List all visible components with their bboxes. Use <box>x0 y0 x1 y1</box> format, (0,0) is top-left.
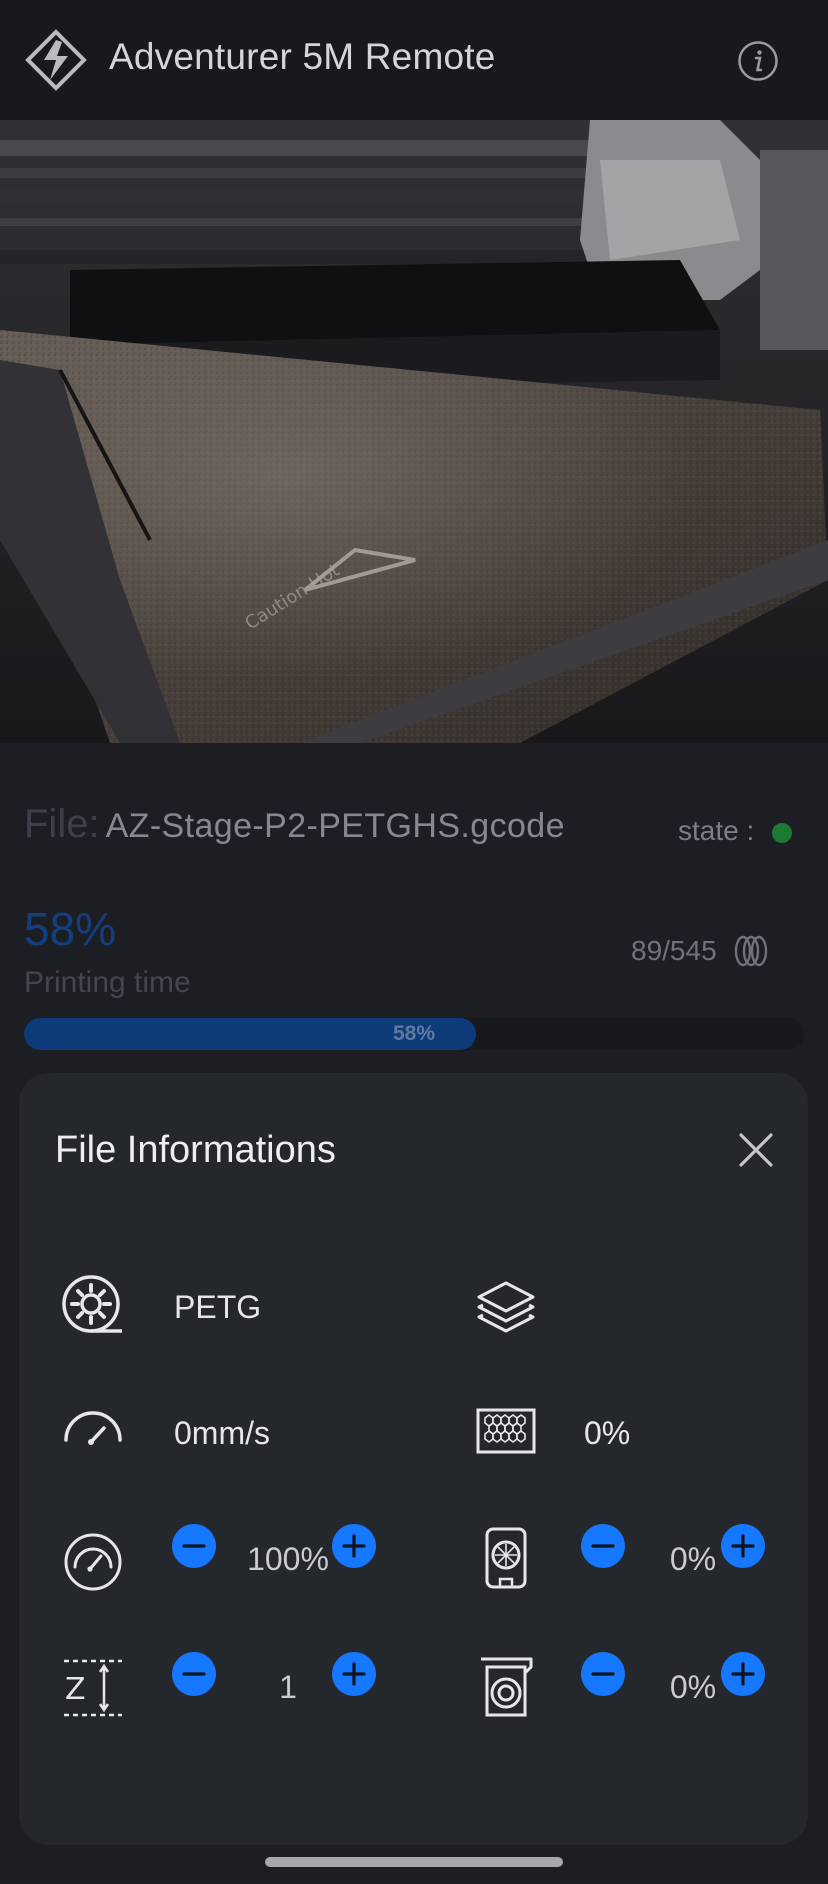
app-title: Adventurer 5M Remote <box>109 36 496 77</box>
chamber-fan-decrease-button[interactable] <box>581 1524 625 1568</box>
aux-fan-increase-button[interactable] <box>721 1652 765 1696</box>
file-row: File: AZ-Stage-P2-PETGHS.gcode <box>24 802 565 852</box>
filament-spool-icon <box>62 1275 122 1333</box>
header-bar: Adventurer 5M Remote <box>0 0 828 120</box>
state-label: state : <box>678 815 755 846</box>
chamber-fan-icon <box>485 1527 527 1589</box>
z-offset-icon: Z <box>64 1659 122 1717</box>
sheet-title: File Informations <box>55 1129 336 1171</box>
layers-icon <box>477 1281 535 1333</box>
aux-fan-decrease-button[interactable] <box>581 1652 625 1696</box>
speed-override-gauge-icon <box>64 1533 122 1591</box>
z-offset-decrease-button[interactable] <box>172 1652 216 1696</box>
home-indicator[interactable] <box>265 1857 563 1867</box>
chamber-fan-increase-button[interactable] <box>721 1524 765 1568</box>
z-offset-increase-button[interactable] <box>332 1652 376 1696</box>
speed-override-value: 100% <box>247 1541 329 1577</box>
progress-percent: 58% <box>24 903 117 955</box>
svg-text:Z: Z <box>65 1672 86 1707</box>
file-name: AZ-Stage-P2-PETGHS.gcode <box>105 807 565 845</box>
flashforge-logo-icon <box>25 29 87 91</box>
app-root: Adventurer 5M Remote Caution Hot File: A… <box>0 0 828 1884</box>
close-icon[interactable] <box>737 1131 775 1169</box>
layer-count: 89/545 <box>631 935 717 966</box>
info-icon[interactable] <box>737 40 779 82</box>
material-value: PETG <box>174 1289 262 1325</box>
aux-fan-icon <box>481 1657 533 1717</box>
progress-bar: 58% <box>24 1018 804 1050</box>
infill-honeycomb-icon <box>476 1408 536 1454</box>
camera-image: Caution Hot <box>0 120 828 743</box>
printing-time-label: Printing time <box>24 966 191 999</box>
progress-bar-label: 58% <box>392 1022 436 1045</box>
speed-increase-button[interactable] <box>332 1524 376 1568</box>
infill-value: 0% <box>584 1415 631 1451</box>
speedometer-icon <box>64 1411 122 1445</box>
camera-feed[interactable]: Caution Hot <box>0 120 828 743</box>
speed-value: 0mm/s <box>174 1415 270 1451</box>
speed-decrease-button[interactable] <box>172 1524 216 1568</box>
layers-stack-icon <box>734 935 768 967</box>
file-label: File: <box>24 802 100 846</box>
file-info-sheet: File Informations PETG 0mm/s 0% 100% 0% … <box>19 1073 808 1845</box>
z-offset-value: 1 <box>279 1669 297 1705</box>
state-indicator-dot <box>772 823 792 843</box>
